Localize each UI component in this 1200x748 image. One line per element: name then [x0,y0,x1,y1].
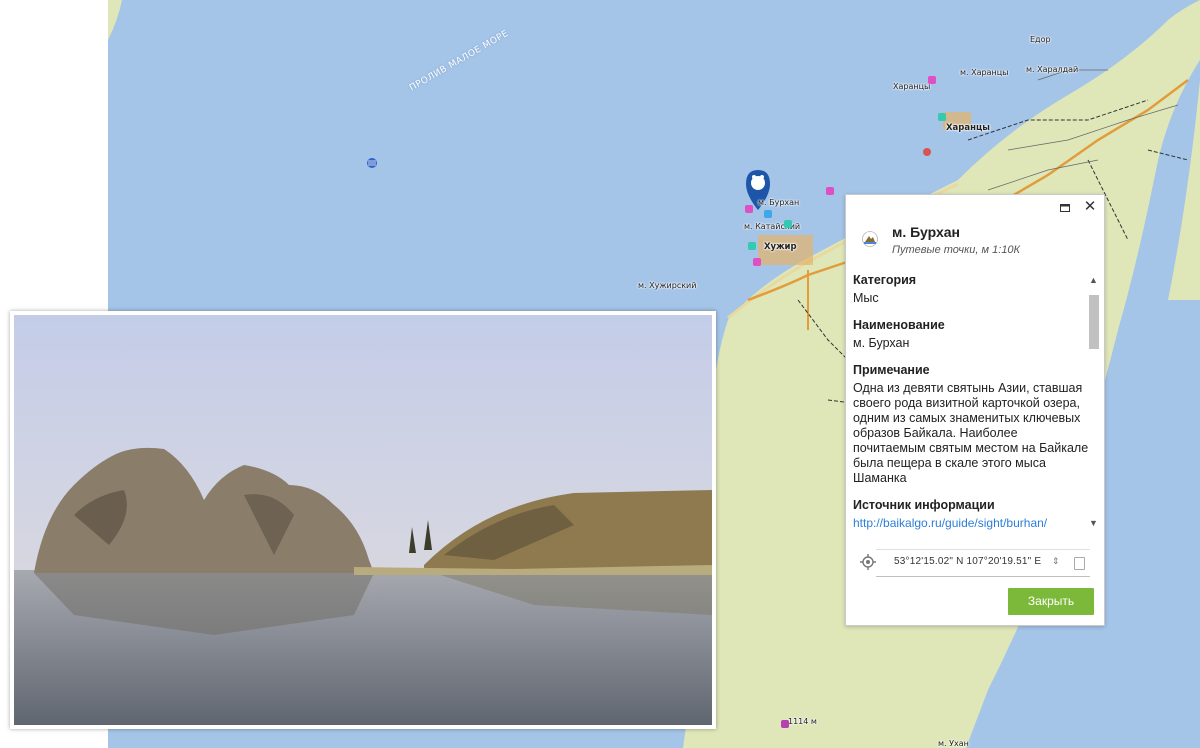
camping-poi-icon[interactable] [748,242,756,250]
coordinates-value: 53°12'15.02" N 107°20'19.51" E [894,556,1042,567]
label-edor: Едор [1030,35,1051,44]
label-khuzhir: Хужир [764,242,797,252]
popup-title: м. Бурхан [892,224,961,240]
maximize-icon[interactable] [1059,202,1071,214]
coordinates-field[interactable]: 53°12'15.02" N 107°20'19.51" E ⇕ [876,549,1090,577]
note-value: Одна из девяти святынь Азии, ставшая сво… [853,381,1089,485]
cape-icon [862,231,878,247]
popup-body[interactable]: Категория Мыс Наименование м. Бурхан При… [853,265,1089,536]
cross-poi-icon[interactable] [923,148,931,156]
info-poi-icon[interactable] [764,210,772,218]
label-kharancy-village: Харанцы [946,123,990,133]
camera-poi-icon[interactable] [745,205,753,213]
copy-icon[interactable] [1074,557,1085,570]
name-label: Наименование [853,318,945,332]
close-icon[interactable]: ✕ [1082,199,1098,215]
peak-poi-icon[interactable] [781,720,789,728]
label-elevation-1114: 1114 м [788,717,817,726]
name-value: м. Бурхан [853,336,910,350]
label-kharancy-dot: Харанцы [893,82,931,91]
feature-info-popup: м. Бурхан Путевые точки, м 1:10К ✕ Катег… [845,194,1105,626]
locate-icon[interactable] [859,553,877,571]
format-toggle-icon[interactable]: ⇕ [1052,556,1060,567]
camera-poi-icon[interactable] [753,258,761,266]
camera-poi-icon[interactable] [826,187,834,195]
label-cape-ukhan: м. Ухан [938,739,969,748]
category-value: Мыс [853,291,879,305]
label-cape-burkhan: м. Бурхан [758,198,800,207]
camera-poi-icon[interactable] [928,76,936,84]
popup-subtitle: Путевые точки, м 1:10К [892,244,1021,256]
photo-preview [10,311,716,729]
source-label: Источник информации [853,498,995,512]
scroll-thumb[interactable] [1089,295,1099,349]
scroll-up-icon[interactable]: ▲ [1089,275,1098,285]
cape-burkhan-photo [14,315,712,725]
note-label: Примечание [853,363,930,377]
label-cape-kharaldai: м. Харалдай [1026,65,1079,74]
camping-poi-icon[interactable] [784,220,792,228]
label-cape-kharancy: м. Харанцы [960,68,1009,77]
popup-scrollbar[interactable]: ▲ ▼ [1087,273,1101,528]
category-label: Категория [853,273,917,287]
scroll-down-icon[interactable]: ▼ [1089,518,1098,528]
camping-poi-icon[interactable] [938,113,946,121]
close-button[interactable]: Закрыть [1008,588,1094,615]
label-cape-khuzhirskii: м. Хужирский [638,281,697,290]
source-link[interactable]: http://baikalgo.ru/guide/sight/burhan/ [853,516,1089,530]
